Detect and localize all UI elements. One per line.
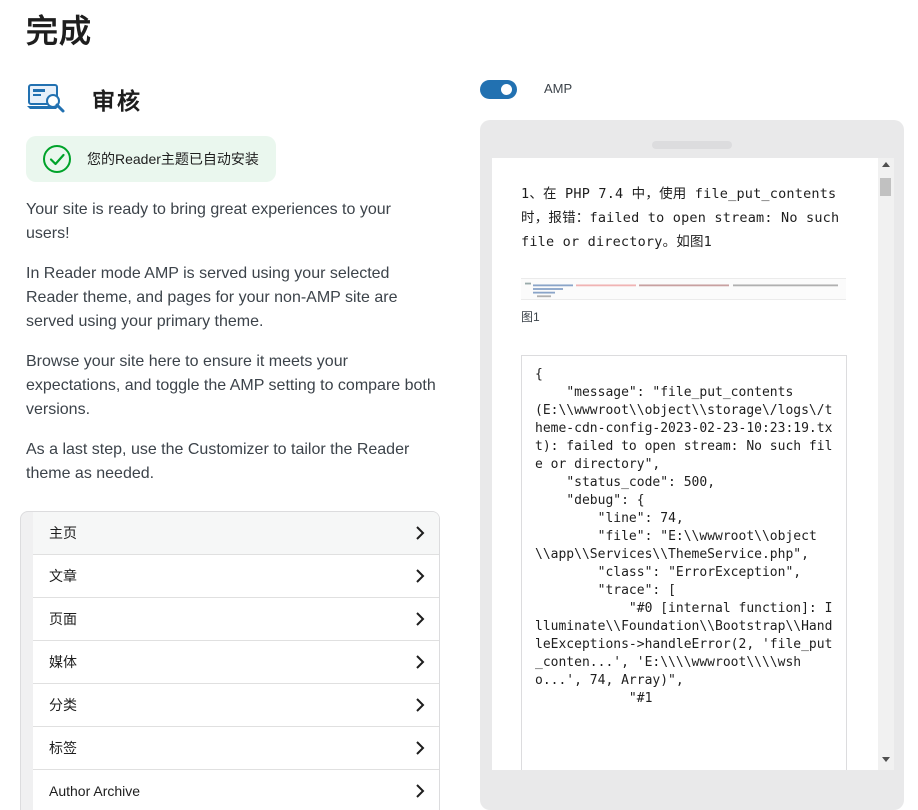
- code-block: { "message": "file_put_contents(E:\\wwwr…: [521, 355, 847, 770]
- review-heading: 审核: [92, 88, 142, 115]
- review-icon: [27, 84, 65, 113]
- check-circle-icon: [43, 145, 71, 173]
- nav-item-label: 媒体: [49, 654, 77, 670]
- amp-toggle[interactable]: [480, 80, 517, 99]
- article-intro-text: 1、在 PHP 7.4 中，使用 file_put_contents 时，报错：…: [521, 186, 840, 250]
- reader-mode-paragraph: In Reader mode AMP is served using your …: [26, 265, 398, 330]
- chevron-right-icon: [416, 526, 425, 540]
- nav-item-author-archive[interactable]: Author Archive: [33, 770, 439, 810]
- nav-item-label: 页面: [49, 611, 77, 627]
- site-preview-screen[interactable]: 1、在 PHP 7.4 中，使用 file_put_contents 时，报错：…: [492, 158, 894, 770]
- preview-scrollbar[interactable]: [878, 158, 894, 770]
- nav-item-label: Author Archive: [49, 783, 141, 799]
- chevron-right-icon: [416, 698, 425, 712]
- customizer-paragraph: As a last step, use the Customizer to ta…: [26, 441, 410, 482]
- chevron-right-icon: [416, 741, 425, 755]
- nav-item-pages[interactable]: 页面: [33, 598, 439, 641]
- scroll-down-arrow-icon[interactable]: [882, 757, 890, 762]
- browse-paragraph: Browse your site here to ensure it meets…: [26, 353, 436, 418]
- chevron-right-icon: [416, 655, 425, 669]
- notice-text: 您的Reader主题已自动安装: [87, 151, 259, 167]
- nav-item-label: 文章: [49, 568, 77, 584]
- nav-item-categories[interactable]: 分类: [33, 684, 439, 727]
- chevron-right-icon: [416, 569, 425, 583]
- device-speaker-notch: [652, 141, 732, 149]
- success-notice: 您的Reader主题已自动安装: [26, 136, 276, 182]
- toggle-knob: [501, 84, 512, 95]
- figure-image: [521, 278, 846, 300]
- nav-item-label: 标签: [49, 740, 77, 756]
- page-title: 完成: [26, 12, 93, 50]
- nav-item-media[interactable]: 媒体: [33, 641, 439, 684]
- figure-caption: 图1: [521, 310, 540, 324]
- site-nav-panel: 主页 文章 页面 媒体 分类 标签 Author Archive: [20, 511, 440, 810]
- nav-item-home[interactable]: 主页: [33, 512, 439, 555]
- nav-item-posts[interactable]: 文章: [33, 555, 439, 598]
- intro-paragraph: Your site is ready to bring great experi…: [26, 201, 391, 242]
- nav-item-label: 主页: [49, 525, 77, 541]
- scroll-up-arrow-icon[interactable]: [882, 162, 890, 167]
- scroll-thumb[interactable]: [880, 178, 891, 196]
- chevron-right-icon: [416, 784, 425, 798]
- nav-item-label: 分类: [49, 697, 77, 713]
- amp-toggle-label: AMP: [544, 81, 573, 96]
- site-nav-list: 主页 文章 页面 媒体 分类 标签 Author Archive: [33, 512, 439, 810]
- chevron-right-icon: [416, 612, 425, 626]
- nav-item-tags[interactable]: 标签: [33, 727, 439, 770]
